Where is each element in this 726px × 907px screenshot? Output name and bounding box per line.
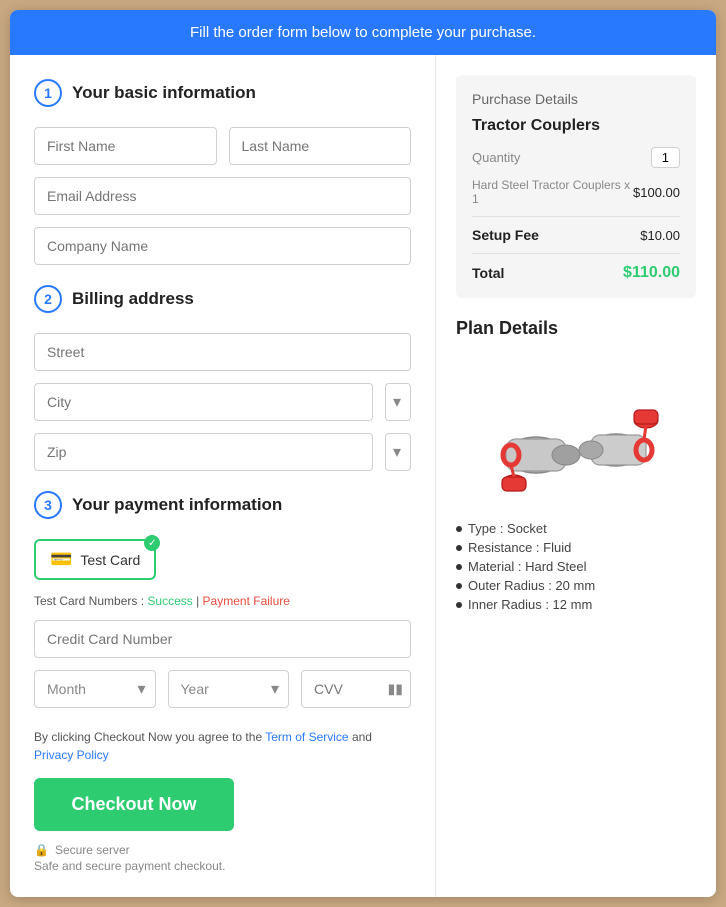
bullet-icon xyxy=(456,602,462,608)
quantity-value: 1 xyxy=(651,147,680,168)
right-column: Purchase Details Tractor Couplers Quanti… xyxy=(436,55,716,897)
section1-title: Your basic information xyxy=(72,83,256,103)
test-card-text: Test Card Numbers : xyxy=(34,594,144,608)
item-price: $100.00 xyxy=(633,185,680,200)
success-link[interactable]: Success xyxy=(147,594,192,608)
purchase-details-box: Purchase Details Tractor Couplers Quanti… xyxy=(456,75,696,298)
cvv-wrapper: ▮▮ xyxy=(301,670,411,708)
spec-type: Type : Socket xyxy=(456,521,696,536)
divider2 xyxy=(472,253,680,254)
card-check-icon: ✓ xyxy=(144,535,160,551)
bullet-icon xyxy=(456,526,462,532)
banner-text: Fill the order form below to complete yo… xyxy=(190,24,536,41)
divider1 xyxy=(472,216,680,217)
spec-outer: Outer Radius : 20 mm xyxy=(456,578,696,593)
city-input[interactable] xyxy=(34,383,373,421)
top-banner: Fill the order form below to complete yo… xyxy=(10,10,716,55)
month-select[interactable]: Month 010203 040506 070809 101112 xyxy=(34,670,156,708)
lock-icon: 🔒 xyxy=(34,843,49,857)
secure-server-row: 🔒 Secure server xyxy=(34,843,411,857)
section3-number: 3 xyxy=(34,491,62,519)
product-specs: Type : Socket Resistance : Fluid Materia… xyxy=(456,521,696,612)
terms-link[interactable]: Term of Service xyxy=(265,730,348,744)
section3-header: 3 Your payment information xyxy=(34,491,411,519)
total-row: Total $110.00 xyxy=(472,264,680,282)
bullet-icon xyxy=(456,545,462,551)
section2-title: Billing address xyxy=(72,289,194,309)
item-desc: Hard Steel Tractor Couplers x 1 xyxy=(472,178,633,206)
section1-header: 1 Your basic information xyxy=(34,79,411,107)
section2-header: 2 Billing address xyxy=(34,285,411,313)
secure-payment-row: Safe and secure payment checkout. xyxy=(34,859,411,873)
secure-payment-text: Safe and secure payment checkout. xyxy=(34,859,225,873)
bullet-icon xyxy=(456,564,462,570)
credit-card-icon: 💳 xyxy=(50,549,72,570)
checkout-terms: By clicking Checkout Now you agree to th… xyxy=(34,728,411,764)
privacy-link[interactable]: Privacy Policy xyxy=(34,748,109,762)
failure-link[interactable]: Payment Failure xyxy=(203,594,290,608)
terms-text1: By clicking Checkout Now you agree to th… xyxy=(34,730,265,744)
setup-fee-label: Setup Fee xyxy=(472,227,539,243)
total-price: $110.00 xyxy=(623,264,680,282)
country-select[interactable]: Country xyxy=(385,383,411,421)
section2-number: 2 xyxy=(34,285,62,313)
secure-server-text: Secure server xyxy=(55,843,130,857)
state-wrapper: - xyxy=(385,433,411,471)
first-name-input[interactable] xyxy=(34,127,217,165)
month-year-cvv-row: Month 010203 040506 070809 101112 Year 2… xyxy=(34,670,411,708)
zip-input[interactable] xyxy=(34,433,373,471)
left-column: 1 Your basic information 2 Billing addre… xyxy=(10,55,436,897)
cc-number-row xyxy=(34,620,411,658)
quantity-row: Quantity 1 xyxy=(472,147,680,168)
product-name: Tractor Couplers xyxy=(472,117,680,135)
product-image xyxy=(476,355,676,505)
card-option-label: Test Card xyxy=(80,552,140,568)
section3-title: Your payment information xyxy=(72,495,282,515)
quantity-label: Quantity xyxy=(472,150,520,165)
credit-card-input[interactable] xyxy=(34,620,411,658)
spec-material: Material : Hard Steel xyxy=(456,559,696,574)
zip-state-row: - xyxy=(34,433,411,471)
last-name-input[interactable] xyxy=(229,127,412,165)
plan-details-title: Plan Details xyxy=(456,318,696,339)
year-select[interactable]: Year 202420252026 202720282029 xyxy=(168,670,290,708)
street-row xyxy=(34,333,411,371)
state-select[interactable]: - xyxy=(385,433,411,471)
test-card-info: Test Card Numbers : Success | Payment Fa… xyxy=(34,594,411,608)
page-wrapper: Fill the order form below to complete yo… xyxy=(10,10,716,897)
main-content: 1 Your basic information 2 Billing addre… xyxy=(10,55,716,897)
cvv-icon: ▮▮ xyxy=(388,681,403,698)
year-wrapper: Year 202420252026 202720282029 xyxy=(168,670,290,708)
spec-resistance: Resistance : Fluid xyxy=(456,540,696,555)
section1-number: 1 xyxy=(34,79,62,107)
company-input[interactable] xyxy=(34,227,411,265)
street-input[interactable] xyxy=(34,333,411,371)
month-wrapper: Month 010203 040506 070809 101112 xyxy=(34,670,156,708)
plan-details-section: Plan Details xyxy=(456,318,696,612)
country-wrapper: Country xyxy=(385,383,411,421)
product-image-area xyxy=(456,355,696,505)
item-row: Hard Steel Tractor Couplers x 1 $100.00 xyxy=(472,178,680,206)
email-row xyxy=(34,177,411,215)
purchase-details-title: Purchase Details xyxy=(472,91,680,107)
email-input[interactable] xyxy=(34,177,411,215)
checkout-button[interactable]: Checkout Now xyxy=(34,778,234,831)
spec-inner: Inner Radius : 12 mm xyxy=(456,597,696,612)
bullet-icon xyxy=(456,583,462,589)
city-country-row: Country xyxy=(34,383,411,421)
card-option-btn[interactable]: 💳 Test Card ✓ xyxy=(34,539,156,580)
company-row xyxy=(34,227,411,265)
terms-text2: and xyxy=(352,730,372,744)
total-label: Total xyxy=(472,265,504,281)
setup-fee-row: Setup Fee $10.00 xyxy=(472,227,680,243)
name-row xyxy=(34,127,411,165)
setup-fee-price: $10.00 xyxy=(640,228,680,243)
